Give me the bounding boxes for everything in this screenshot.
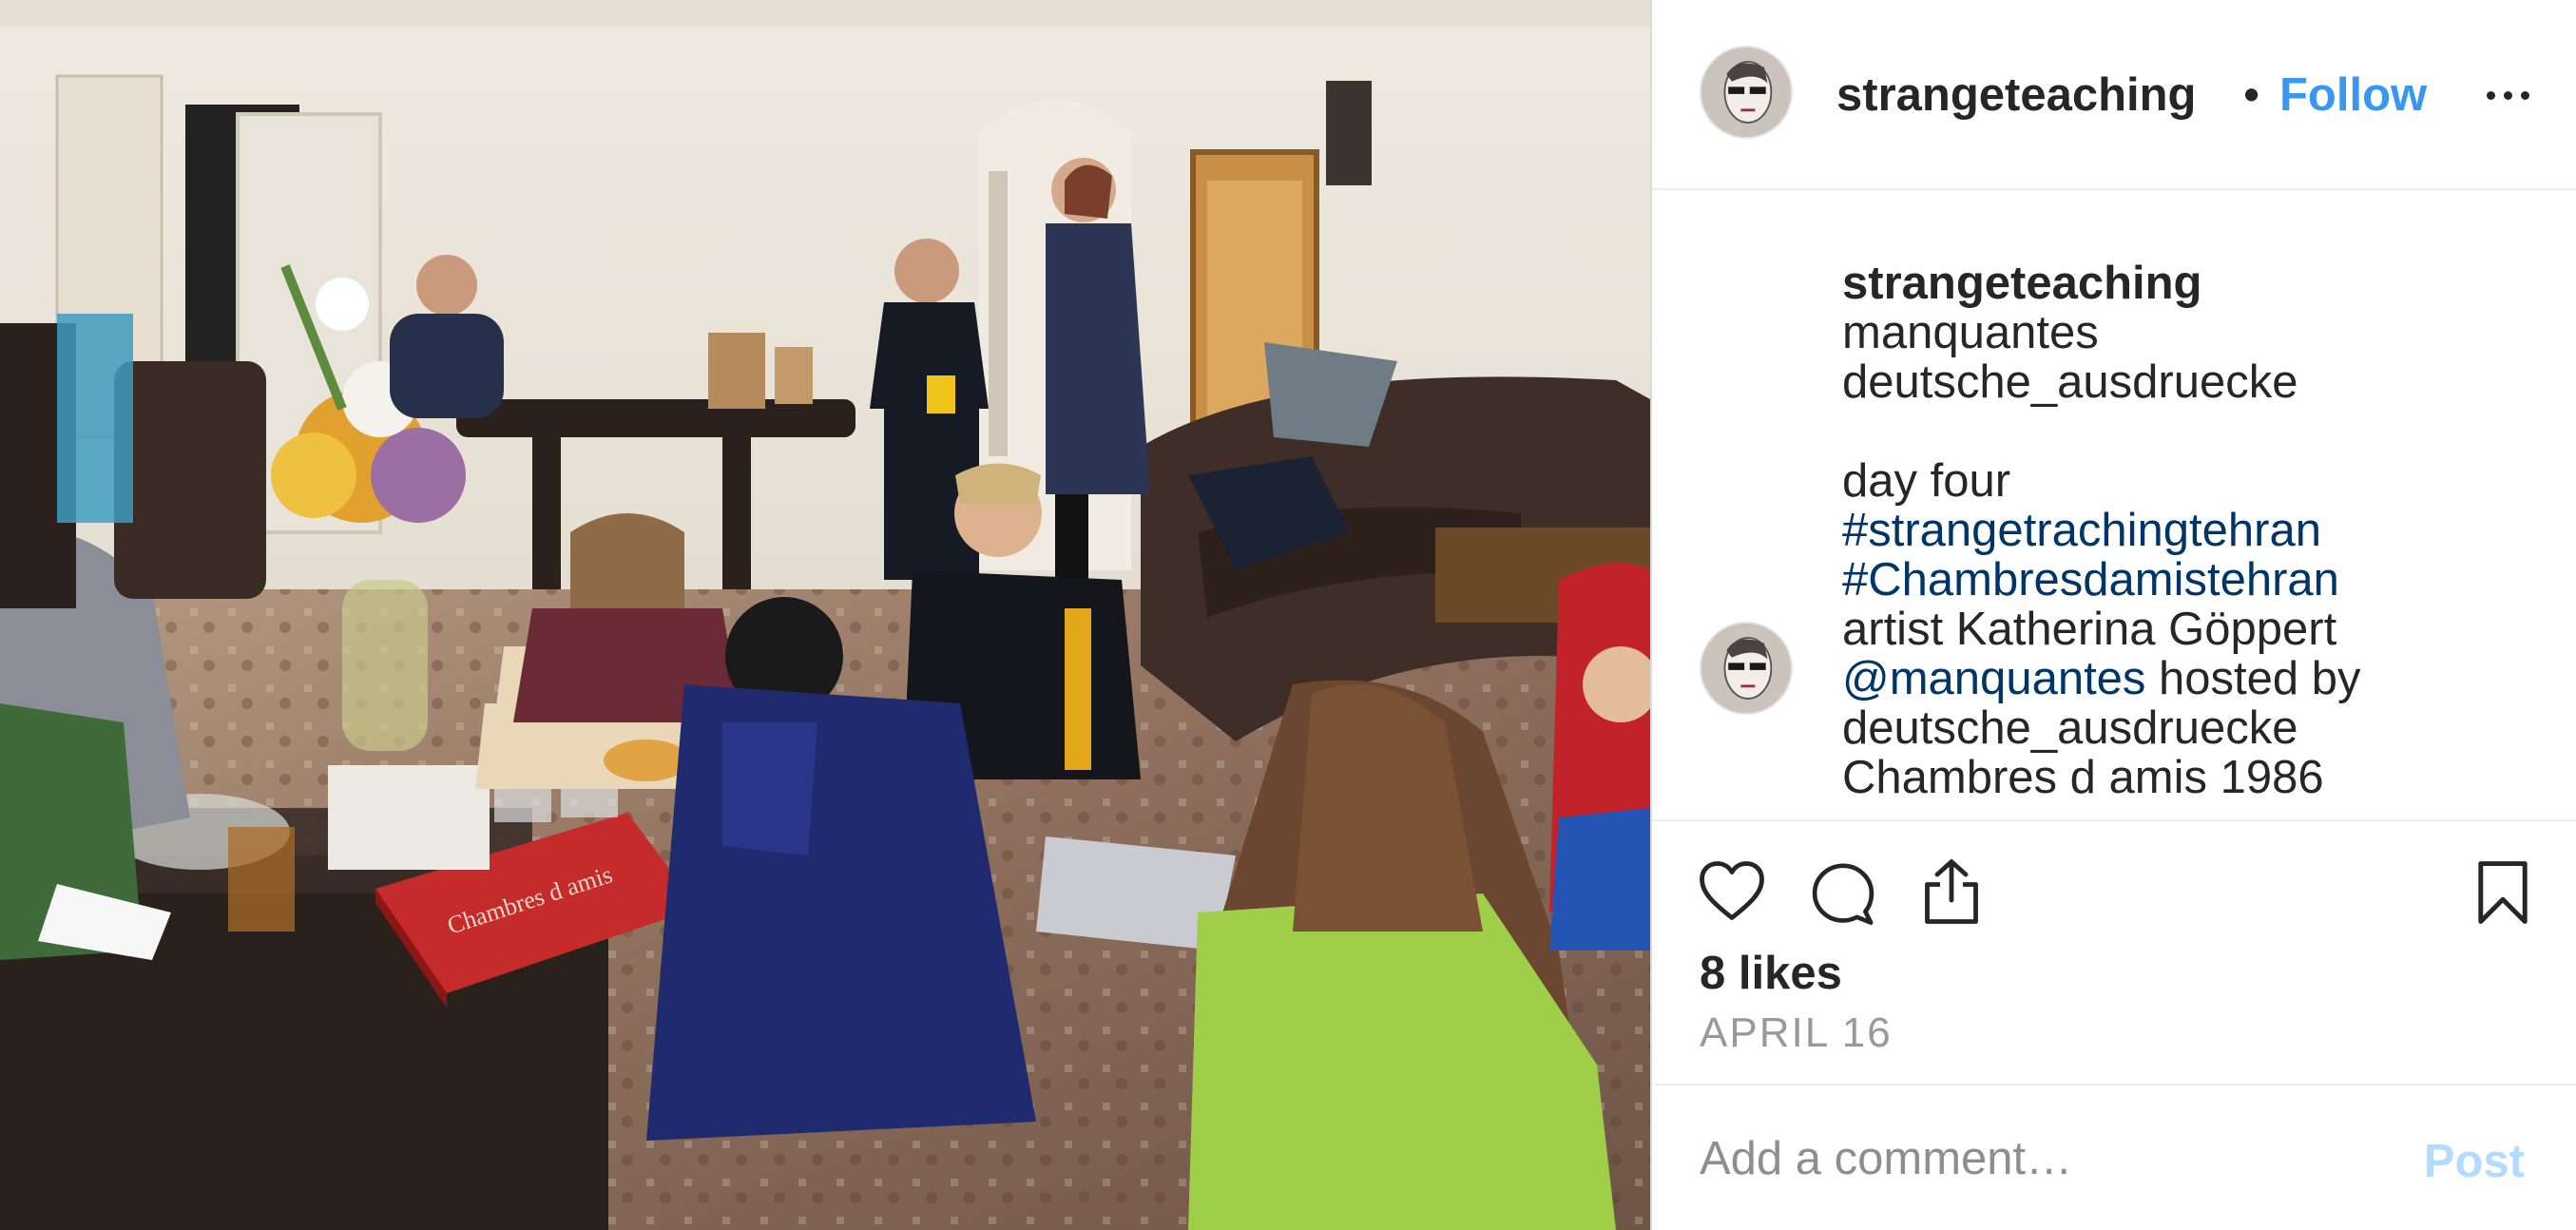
post-date: APRIL 16 [1700,1009,1893,1056]
caption-owner[interactable]: strangeteaching [1842,259,2546,308]
caption-line: manquantes [1842,307,2099,358]
hashtag-link[interactable]: #strangetrachingtehran [1842,506,2546,555]
caption-area: strangeteaching manquantes deutsche_ausd… [1652,192,2576,819]
likes-count[interactable]: 8 likes [1700,947,1842,1000]
post-actions: 8 likes APRIL 16 [1652,819,2576,1086]
mention-link[interactable]: @manquantes [1842,653,2145,704]
post-sidebar: strangeteaching • Follow strangeteaching… [1650,0,2576,1230]
caption-line: deutsche_ausdruecke [1842,356,2298,408]
comment-bar: Post [1652,1087,2576,1230]
heart-icon[interactable] [1698,859,1766,922]
caption-mention-line: @manquantes hosted by [1842,654,2546,703]
follow-button[interactable]: Follow [2279,67,2427,124]
caption-avatar[interactable] [1700,622,1793,715]
post-header: strangeteaching • Follow [1652,0,2576,190]
bookmark-icon[interactable] [2475,859,2530,926]
caption-line: artist Katherina Göppert [1842,604,2337,655]
caption-line: deutsche_ausdruecke [1842,702,2298,754]
caption-text-fragment: hosted by [2145,653,2361,704]
post-photo[interactable]: Chambres d amis [0,0,1650,1230]
separator-dot: • [2243,69,2260,121]
caption-line: day four [1842,455,2011,507]
username[interactable]: strangeteaching [1836,67,2236,124]
post-comment-button[interactable]: Post [2424,1135,2525,1188]
avatar[interactable] [1700,46,1793,139]
share-icon[interactable] [1920,857,1983,926]
profile-picture [1701,48,1791,137]
comment-input[interactable] [1700,1125,2422,1192]
caption-text: strangeteaching manquantes deutsche_ausd… [1842,259,2546,802]
post-photo-image: Chambres d amis [0,0,1650,1230]
more-options-icon[interactable] [2485,74,2532,112]
caption-line: Chambres d amis 1986 [1842,752,2324,803]
comment-icon[interactable] [1810,861,1876,926]
hashtag-link[interactable]: #Chambresdamistehran [1842,555,2546,605]
profile-picture [1701,624,1791,713]
